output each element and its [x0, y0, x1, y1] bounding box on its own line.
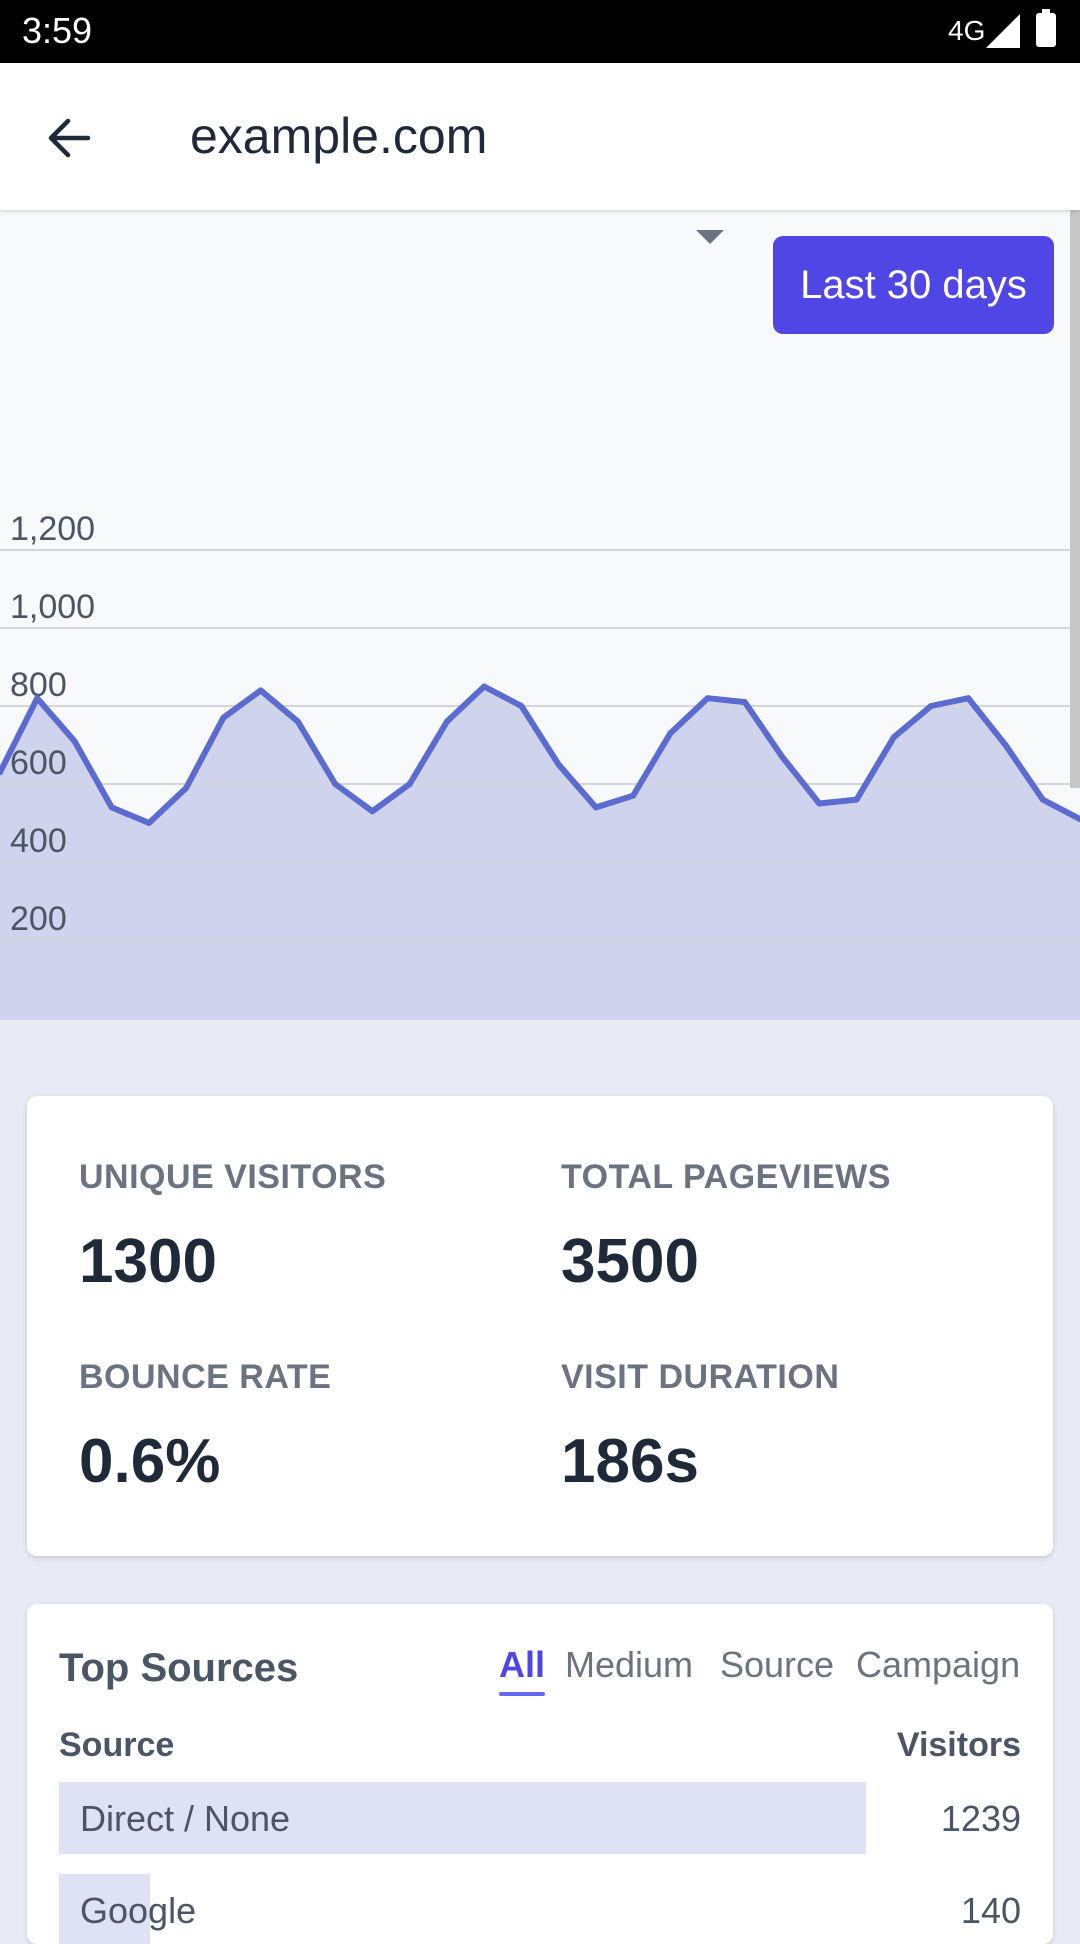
y-tick-label: 600: [10, 744, 67, 782]
y-tick-label: 400: [10, 822, 67, 860]
chart-point: [294, 718, 301, 725]
stat-value-total-pageviews: 3500: [561, 1227, 699, 1296]
scrollbar[interactable]: [1070, 210, 1080, 788]
chart-point: [183, 784, 190, 791]
chart-point: [518, 703, 525, 709]
chart-point: [146, 820, 152, 826]
top-sources-card: Top Sources All Medium Source Campaign S…: [27, 1604, 1053, 1944]
chart-point: [108, 804, 115, 811]
battery-icon: [1036, 9, 1056, 47]
chart-point: [1039, 796, 1046, 803]
chart-point: [220, 714, 227, 721]
top-sources-title: Top Sources: [59, 1646, 299, 1690]
status-bar: 3:59 4G: [0, 0, 1080, 63]
chart-point: [555, 761, 562, 768]
date-range-button[interactable]: Last 30 days: [773, 236, 1054, 334]
source-value-direct: 1239: [940, 1798, 1021, 1839]
back-arrow-icon[interactable]: [44, 113, 94, 163]
column-header-visitors: Visitors: [896, 1726, 1021, 1764]
tab-source[interactable]: Source: [720, 1644, 834, 1686]
chart-point: [704, 695, 711, 702]
y-tick-label: 1,000: [10, 588, 95, 626]
y-tick-label: 200: [10, 900, 67, 938]
stats-card: UNIQUE VISITORS 1300 TOTAL PAGEVIEWS 350…: [27, 1096, 1053, 1556]
tab-all[interactable]: All: [499, 1644, 546, 1696]
chart-point: [890, 734, 897, 741]
stat-value-bounce-rate: 0.6%: [79, 1427, 221, 1496]
y-tick-label: 1,200: [10, 510, 95, 548]
app-bar: example.com: [0, 63, 1080, 210]
chart-point: [332, 781, 339, 787]
network-type: 4G: [948, 15, 986, 46]
stat-value-unique-visitors: 1300: [79, 1227, 217, 1296]
source-label-google[interactable]: Google: [80, 1890, 196, 1932]
signal-icon: [986, 14, 1020, 48]
stat-value-visit-duration: 186s: [561, 1427, 699, 1496]
chart-point: [443, 718, 450, 725]
source-label-direct[interactable]: Direct / None: [80, 1798, 290, 1840]
chart-point: [34, 695, 41, 702]
chart-point: [1002, 742, 1009, 748]
chart-point: [406, 781, 413, 787]
status-time: 3:59: [22, 10, 93, 51]
chart-point: [71, 738, 78, 745]
stat-label-bounce-rate: BOUNCE RATE: [79, 1358, 332, 1396]
chart-point: [965, 695, 972, 702]
chart-point: [853, 796, 860, 803]
tab-campaign[interactable]: Campaign: [856, 1644, 1020, 1686]
page-title: example.com: [190, 108, 488, 164]
chart-point: [369, 808, 376, 815]
source-value-google: 140: [960, 1890, 1021, 1931]
chart-point: [741, 699, 748, 706]
chart-point: [928, 703, 934, 709]
stat-label-total-pageviews: TOTAL PAGEVIEWS: [561, 1158, 891, 1196]
chart-point: [630, 792, 637, 799]
chart-point: [667, 730, 674, 737]
stat-label-unique-visitors: UNIQUE VISITORS: [79, 1158, 387, 1196]
column-header-source: Source: [59, 1726, 175, 1764]
stat-label-visit-duration: VISIT DURATION: [561, 1358, 840, 1396]
chart-point: [592, 804, 599, 811]
chart-point: [816, 800, 823, 807]
tab-medium[interactable]: Medium: [565, 1644, 693, 1686]
dropdown-caret-icon[interactable]: [696, 230, 724, 244]
chart-point: [481, 683, 488, 690]
chart-point: [257, 687, 264, 694]
chart-point: [779, 753, 786, 760]
